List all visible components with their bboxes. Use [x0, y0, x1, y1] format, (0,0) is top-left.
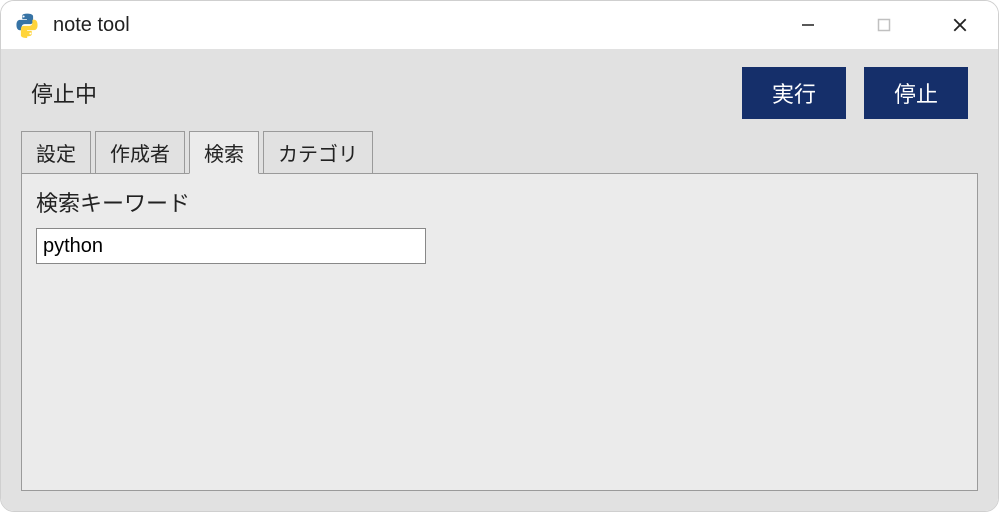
titlebar: note tool [1, 1, 998, 49]
status-label: 停止中 [31, 77, 97, 109]
python-icon [13, 11, 41, 39]
tab-settings[interactable]: 設定 [21, 131, 91, 173]
tab-category[interactable]: カテゴリ [263, 131, 373, 173]
window-controls [770, 1, 998, 49]
maximize-button[interactable] [846, 1, 922, 49]
tab-search[interactable]: 検索 [189, 131, 259, 174]
tab-strip: 設定 作成者 検索 カテゴリ [21, 131, 978, 173]
tab-author[interactable]: 作成者 [95, 131, 185, 173]
topbar: 停止中 実行 停止 [1, 49, 998, 131]
tab-panel-search: 検索キーワード [21, 173, 978, 491]
app-window: note tool 停止中 実行 停止 設定 作成者 検索 [0, 0, 999, 512]
close-button[interactable] [922, 1, 998, 49]
action-buttons: 実行 停止 [742, 67, 968, 119]
tabs-container: 設定 作成者 検索 カテゴリ 検索キーワード [1, 131, 998, 511]
run-button[interactable]: 実行 [742, 67, 846, 119]
search-keyword-input[interactable] [36, 228, 426, 264]
client-area: 停止中 実行 停止 設定 作成者 検索 カテゴリ 検索キーワード [1, 49, 998, 511]
minimize-button[interactable] [770, 1, 846, 49]
window-title: note tool [53, 14, 130, 37]
search-keyword-label: 検索キーワード [36, 186, 963, 218]
stop-button[interactable]: 停止 [864, 67, 968, 119]
